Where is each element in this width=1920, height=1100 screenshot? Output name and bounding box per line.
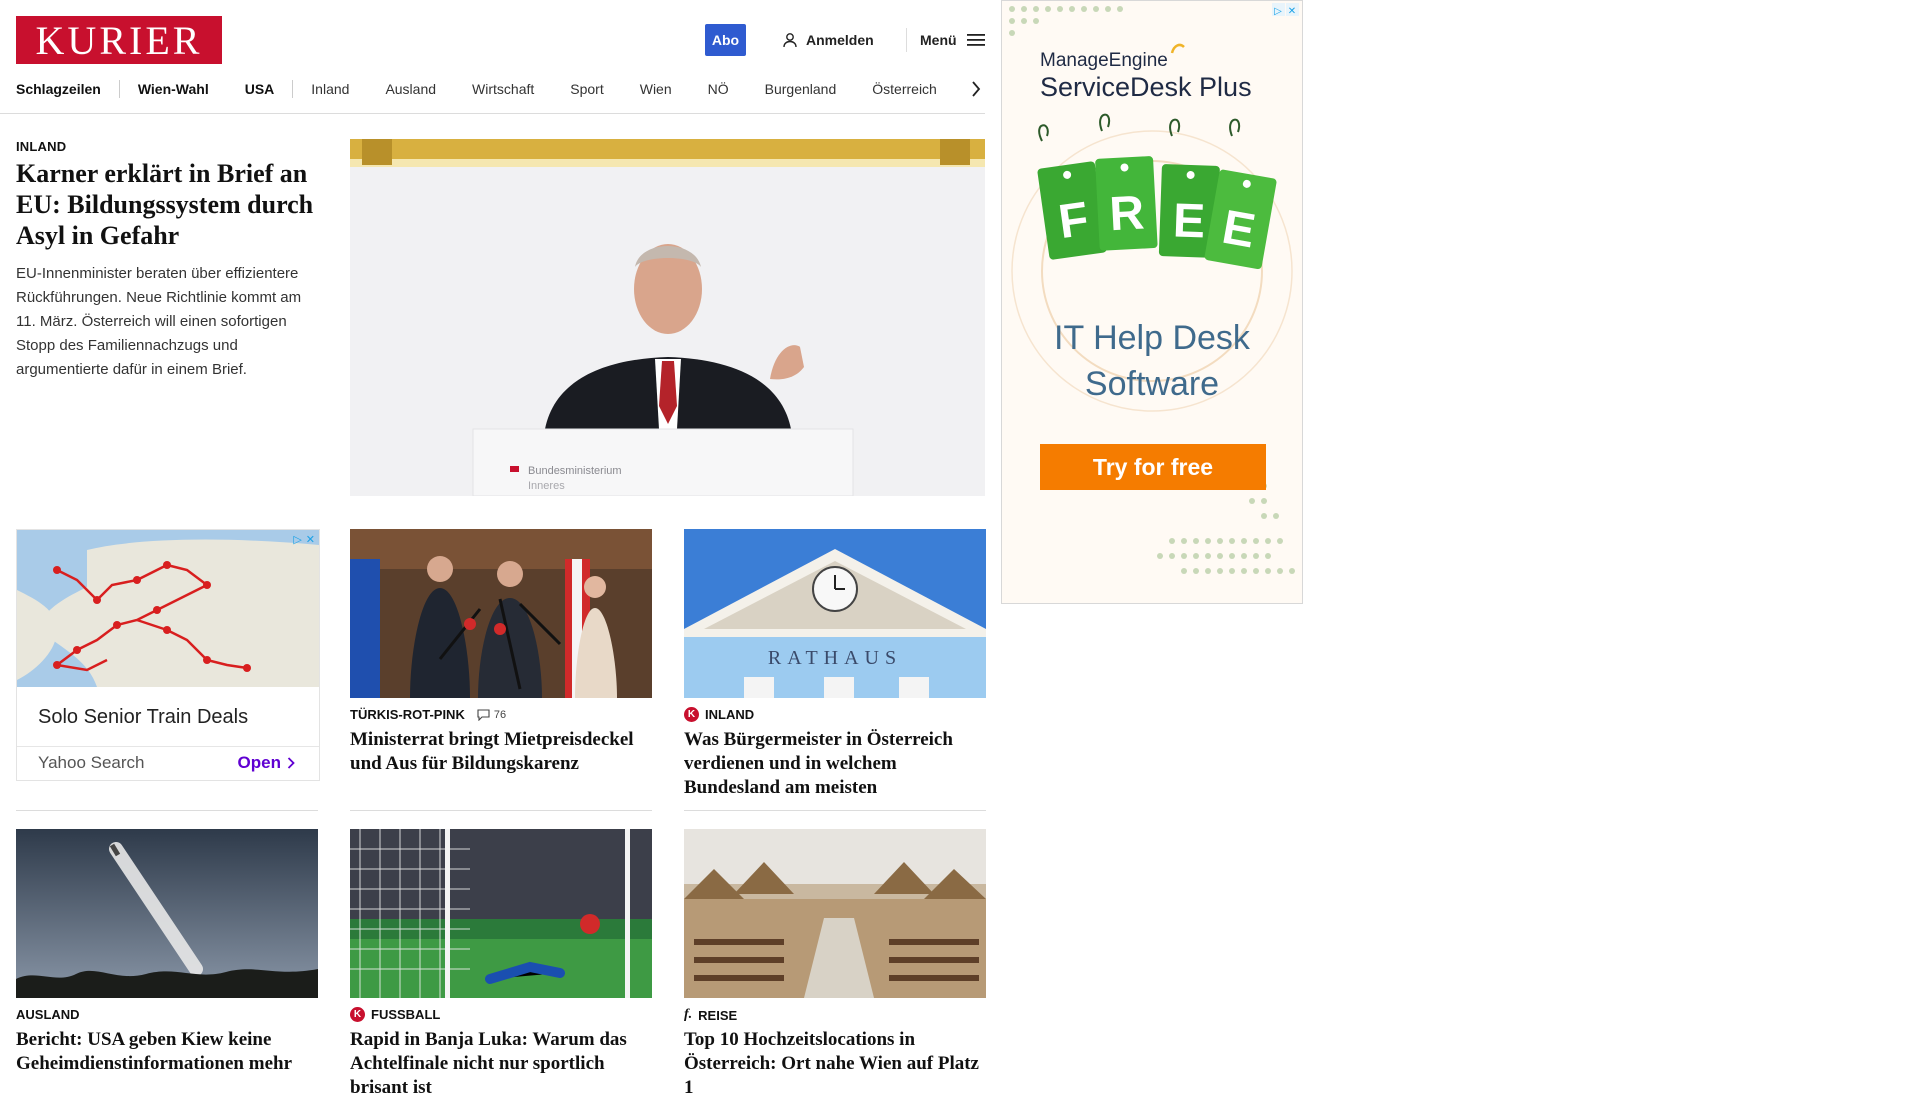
card-title[interactable]: Ministerrat bringt Mietpreisdeckel und A… [350,728,652,776]
card-image-wedding[interactable] [684,829,986,998]
nav-item-wirtschaft[interactable]: Wirtschaft [454,81,552,97]
nav-scroll-right-button[interactable] [966,76,986,102]
ad-choices[interactable]: ▷ ✕ [293,533,315,546]
ad-title[interactable]: Solo Senior Train Deals [38,706,248,729]
nav-divider-line [0,113,985,114]
kurier-k-icon: K [684,707,699,722]
card-title[interactable]: Top 10 Hochzeitslocations in Österreich:… [684,1028,986,1100]
chevron-right-icon [972,81,981,97]
card-image-rathaus[interactable]: RATHAUS [684,529,986,698]
podium-label-2: Inneres [528,480,565,492]
divider [684,810,986,811]
hero-category[interactable]: INLAND [16,139,66,154]
ad-info-icon[interactable]: ▷ [293,533,301,546]
card-title[interactable]: Rapid in Banja Luka: Warum das Achtelfin… [350,1028,652,1100]
ad-open-button[interactable]: Open [238,753,295,773]
tag-letter-e: E [1172,194,1206,248]
card-image-football[interactable] [350,829,652,998]
login-label: Anmelden [806,32,874,48]
comment-count[interactable]: 76 [477,709,506,721]
nav-item-usa[interactable]: USA [227,81,293,97]
ad-divider [17,746,319,747]
card-title[interactable]: Bericht: USA geben Kiew keine Geheimdien… [16,1028,318,1076]
reise-icon: f. [684,1007,693,1022]
abo-button[interactable]: Abo [705,24,746,56]
card-meta: K FUSSBALL [350,1007,440,1022]
card-meta: TÜRKIS-ROT-PINK 76 [350,707,506,722]
manageengine-ad[interactable]: ManageEngine ServiceDesk Plus F R E E IT… [1001,0,1303,604]
nav-item-schlagzeilen[interactable]: Schlagzeilen [16,81,119,97]
card-category[interactable]: TÜRKIS-ROT-PINK [350,707,465,722]
podium-label: Bundesministerium [528,465,622,477]
user-icon [783,33,797,48]
nav-item-wien[interactable]: Wien [622,81,690,97]
close-icon[interactable]: ✕ [1288,6,1296,17]
ad-open-label: Open [237,753,281,772]
menu-button[interactable]: Menü [920,28,985,52]
nav-item-noe[interactable]: NÖ [690,81,747,97]
card-meta: AUSLAND [16,1007,80,1022]
hero-teaser: EU-Innenminister beraten über effiziente… [16,265,302,378]
sponsored-ad[interactable]: ▷ ✕ Solo Senior Train Deals Yahoo Search… [16,529,320,781]
close-icon[interactable]: ✕ [306,533,315,546]
comment-count-value: 76 [493,708,507,721]
menu-divider [906,28,907,52]
nav-item-burgenland[interactable]: Burgenland [747,81,855,97]
comment-icon [477,708,490,721]
nav-item-wien-wahl[interactable]: Wien-Wahl [120,81,227,97]
card-image-rocket[interactable] [16,829,318,998]
ad-product: ServiceDesk Plus [1040,72,1252,102]
ad-headline-1: IT Help Desk [1054,319,1251,357]
ad-map-image[interactable] [17,530,319,687]
ad-cta-label: Try for free [1093,454,1213,480]
card-title[interactable]: Was Bürgermeister in Österreich verdiene… [684,728,986,800]
login-button[interactable]: Anmelden [782,28,874,52]
hamburger-icon [966,34,985,46]
rathaus-sign: RATHAUS [768,647,902,669]
divider [16,810,318,811]
card-image-ministerrat[interactable] [350,529,652,698]
nav-item-inland[interactable]: Inland [293,81,367,97]
ad-source: Yahoo Search [38,753,145,772]
tag-letter-r: R [1108,187,1145,242]
menu-label: Menü [920,32,957,48]
ad-info-icon[interactable]: ▷ [1274,6,1282,17]
card-category[interactable]: REISE [698,1008,737,1023]
card-category[interactable]: FUSSBALL [371,1007,440,1022]
nav-item-sport[interactable]: Sport [552,81,621,97]
ad-headline-2: Software [1085,365,1219,403]
hero-headline[interactable]: Karner erklärt in Brief an EU: Bildungss… [16,158,321,251]
chevron-right-icon [287,757,295,769]
card-meta: K INLAND [684,707,754,722]
nav-item-ausland[interactable]: Ausland [367,81,454,97]
divider [350,810,652,811]
card-category[interactable]: AUSLAND [16,1007,80,1022]
kurier-logo[interactable]: KURIER [16,16,222,64]
ad-brand: ManageEngine [1040,50,1168,71]
card-category[interactable]: INLAND [705,707,754,722]
kurier-k-icon: K [350,1007,365,1022]
hero-image[interactable]: Bundesministerium Inneres [350,139,985,496]
card-meta: f. REISE [684,1007,737,1023]
nav-item-oesterreich[interactable]: Österreich [854,81,955,97]
section-nav: Schlagzeilen Wien-Wahl USA Inland Auslan… [16,76,955,102]
